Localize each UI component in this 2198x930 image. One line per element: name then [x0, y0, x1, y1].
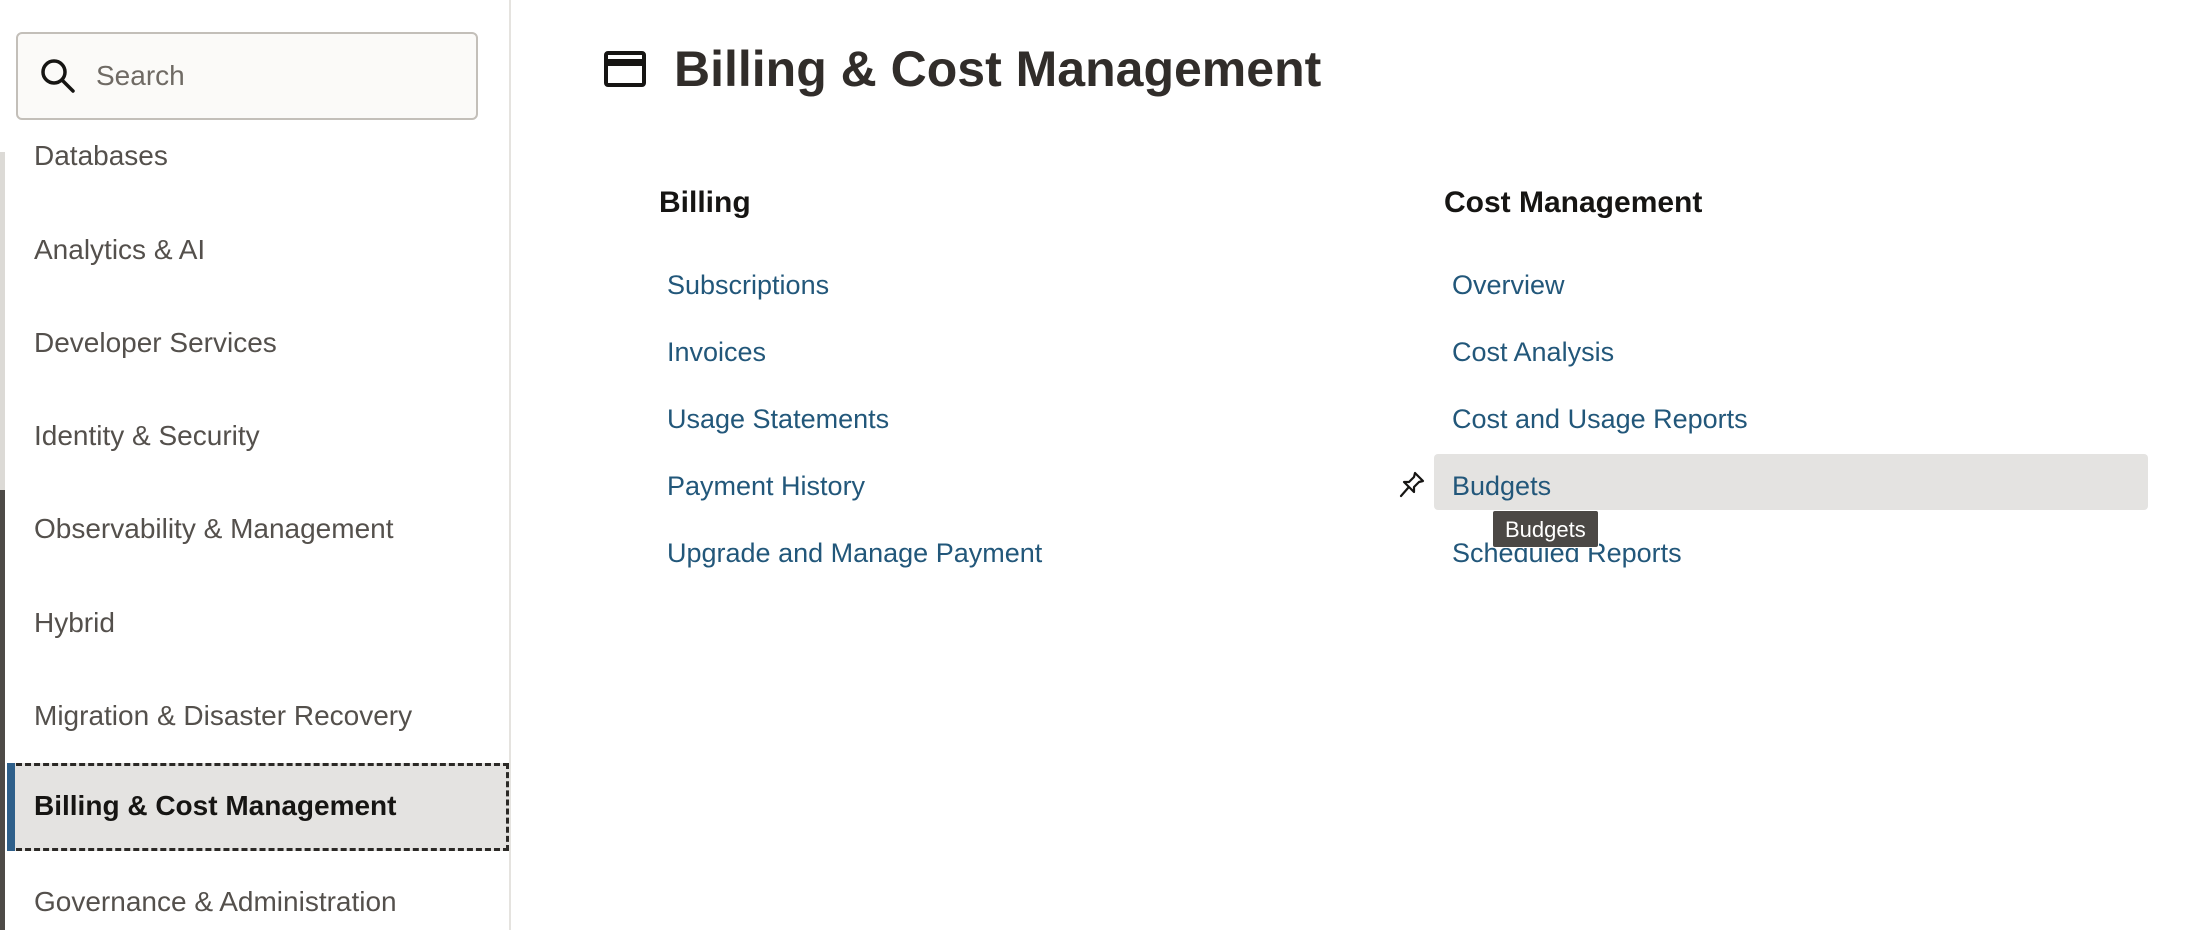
section-heading-billing: Billing: [659, 186, 751, 219]
link-payment-history[interactable]: Payment History: [667, 471, 865, 502]
credit-card-icon: [604, 51, 646, 87]
section-heading-cost-management: Cost Management: [1444, 186, 1703, 219]
link-cost-analysis[interactable]: Cost Analysis: [1452, 337, 1614, 368]
scrollbar-thumb[interactable]: [0, 490, 5, 930]
sidebar-item-governance-administration[interactable]: Governance & Administration: [34, 886, 397, 918]
sidebar-item-databases[interactable]: Databases: [34, 140, 168, 172]
sidebar-item-analytics-ai[interactable]: Analytics & AI: [34, 234, 205, 266]
sidebar-item-billing-cost-management[interactable]: Billing & Cost Management: [7, 763, 509, 851]
link-usage-statements[interactable]: Usage Statements: [667, 404, 889, 435]
page-title: Billing & Cost Management: [674, 41, 1322, 97]
link-cost-usage-reports[interactable]: Cost and Usage Reports: [1452, 404, 1748, 435]
sidebar-item-hybrid[interactable]: Hybrid: [34, 607, 115, 639]
sidebar-item-developer-services[interactable]: Developer Services: [34, 327, 277, 359]
search-input[interactable]: [96, 52, 456, 100]
search-box[interactable]: [16, 32, 478, 120]
tooltip: Budgets: [1492, 510, 1599, 548]
link-budgets[interactable]: Budgets: [1452, 471, 1551, 502]
sidebar-item-label: Billing & Cost Management: [34, 790, 397, 821]
link-overview[interactable]: Overview: [1452, 270, 1565, 301]
console-page: Databases Analytics & AI Developer Servi…: [0, 0, 2198, 930]
pin-icon[interactable]: [1398, 470, 1426, 500]
link-invoices[interactable]: Invoices: [667, 337, 766, 368]
sidebar: Databases Analytics & AI Developer Servi…: [0, 0, 511, 930]
sidebar-item-identity-security[interactable]: Identity & Security: [34, 420, 260, 452]
link-subscriptions[interactable]: Subscriptions: [667, 270, 829, 301]
active-indicator: [7, 763, 15, 851]
scrollbar-track: [0, 152, 5, 490]
sidebar-item-observability-management[interactable]: Observability & Management: [34, 513, 394, 545]
search-icon: [41, 59, 75, 93]
sidebar-item-migration-disaster-recovery[interactable]: Migration & Disaster Recovery: [34, 700, 412, 732]
page-header: Billing & Cost Management: [604, 40, 1321, 98]
link-upgrade-manage-payment[interactable]: Upgrade and Manage Payment: [667, 538, 1042, 569]
